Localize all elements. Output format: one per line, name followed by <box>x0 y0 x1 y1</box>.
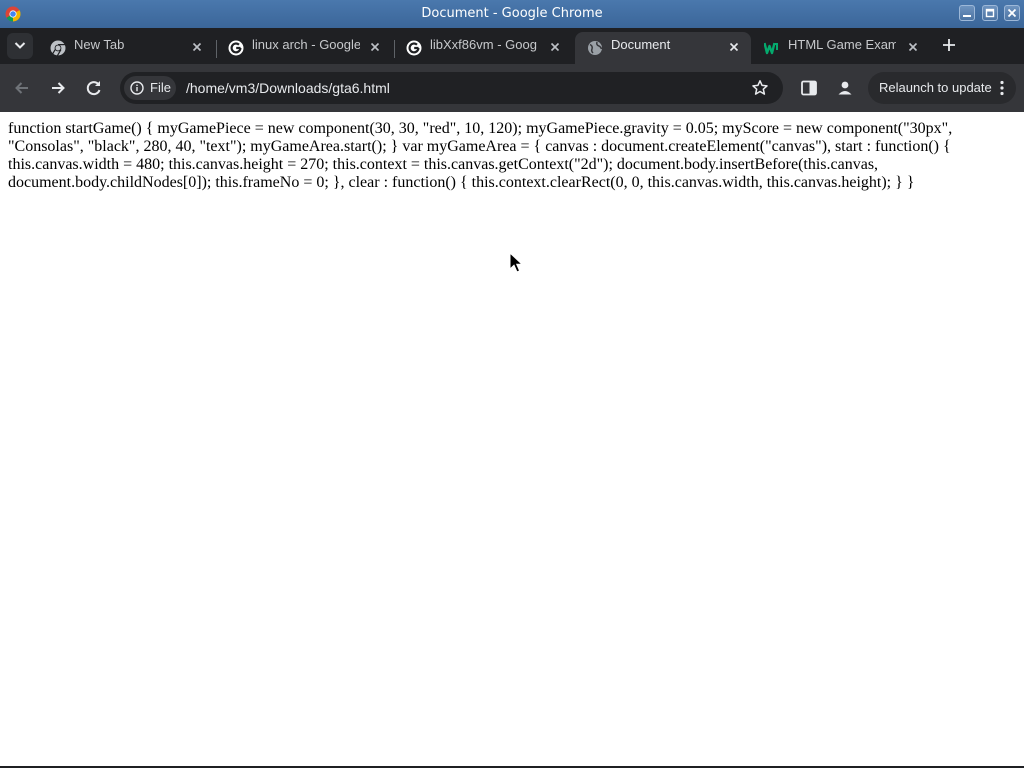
tab-html-game-examples[interactable]: HTML Game Exam <box>752 32 930 64</box>
tab-label: New Tab <box>74 37 125 52</box>
browser-window: Document - Google Chrome New Tab linux a… <box>0 0 1024 768</box>
tab-new-tab[interactable]: New Tab <box>38 32 216 64</box>
google-icon <box>406 40 422 56</box>
address-bar[interactable]: File /home/vm3/Downloads/gta6.html <box>120 72 783 104</box>
close-icon <box>1007 8 1017 18</box>
google-icon <box>228 40 244 56</box>
close-window-button[interactable] <box>1004 5 1020 21</box>
mouse-cursor-icon <box>509 252 523 273</box>
chevron-down-icon <box>14 42 26 49</box>
page-content: function startGame() { myGamePiece = new… <box>0 112 1024 766</box>
url-text[interactable]: /home/vm3/Downloads/gta6.html <box>186 72 390 104</box>
relaunch-to-update-button[interactable]: Relaunch to update <box>868 72 1016 104</box>
tab-label: linux arch - Google <box>252 37 360 52</box>
forward-arrow-icon[interactable] <box>48 78 68 98</box>
tab-label: Document <box>611 37 671 52</box>
window-title: Document - Google Chrome <box>421 6 603 21</box>
more-vertical-icon <box>1000 80 1004 96</box>
site-info-chip[interactable]: File <box>124 76 176 100</box>
tab-search-button[interactable] <box>7 33 33 59</box>
tab-document[interactable]: Document <box>575 32 751 64</box>
reload-icon[interactable] <box>84 78 104 98</box>
maximize-icon <box>985 8 995 18</box>
profile-icon[interactable] <box>835 78 855 98</box>
tab-strip: New Tab linux arch - Google libXxf86vm -… <box>0 28 1024 64</box>
tab-label: HTML Game Exam <box>788 37 896 52</box>
globe-icon <box>588 41 603 55</box>
side-panel-icon[interactable] <box>799 78 819 98</box>
tab-close-icon[interactable] <box>727 40 741 54</box>
tab-label: libXxf86vm - Goog <box>430 37 537 52</box>
tab-linux-arch[interactable]: linux arch - Google <box>216 32 394 64</box>
tab-close-icon[interactable] <box>548 40 562 54</box>
tab-libxxf86vm[interactable]: libXxf86vm - Goog <box>394 32 572 64</box>
chrome-icon <box>50 40 66 56</box>
minimize-icon <box>963 15 971 17</box>
new-tab-plus-icon[interactable] <box>940 36 958 54</box>
toolbar: File /home/vm3/Downloads/gta6.html Relau… <box>0 64 1024 112</box>
w3schools-icon <box>764 42 778 55</box>
tab-close-icon[interactable] <box>906 40 920 54</box>
maximize-button[interactable] <box>982 5 998 21</box>
relaunch-label: Relaunch to update <box>879 80 992 95</box>
page-body-text: function startGame() { myGamePiece = new… <box>8 120 953 191</box>
info-icon <box>130 81 144 95</box>
bookmark-star-icon[interactable] <box>751 79 769 97</box>
tab-close-icon[interactable] <box>190 40 204 54</box>
title-bar: Document - Google Chrome <box>0 0 1024 28</box>
back-arrow-icon[interactable] <box>12 78 32 98</box>
minimize-button[interactable] <box>959 5 975 21</box>
tab-close-icon[interactable] <box>368 40 382 54</box>
site-chip-label: File <box>150 80 171 95</box>
